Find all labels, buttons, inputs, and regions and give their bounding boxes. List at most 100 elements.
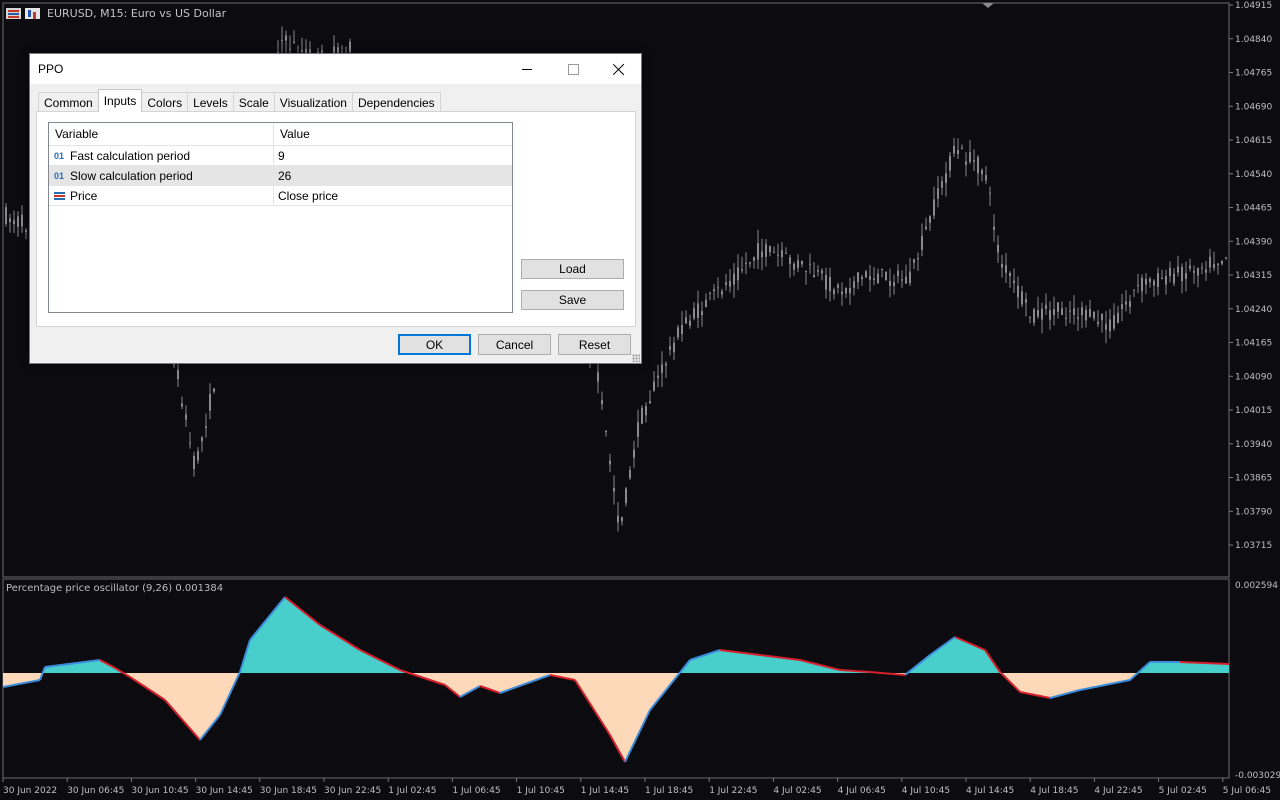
price-label: 1.04615 xyxy=(1235,136,1272,146)
candle-body xyxy=(913,259,915,263)
resize-grip-icon[interactable] xyxy=(632,354,640,362)
reset-button[interactable]: Reset xyxy=(558,334,631,355)
candle-body xyxy=(1149,278,1151,283)
candle-body xyxy=(1109,319,1111,332)
candle-body xyxy=(897,270,899,276)
candle-body xyxy=(637,422,639,437)
column-header-variable[interactable]: Variable xyxy=(49,123,274,145)
tab-visualization[interactable]: Visualization xyxy=(273,92,353,112)
candle-body xyxy=(645,406,647,416)
maximize-icon xyxy=(567,63,579,75)
candle-body xyxy=(709,292,711,294)
candle-body xyxy=(653,381,655,391)
candle-body xyxy=(1121,304,1123,310)
candle-body xyxy=(809,263,811,265)
candle-body xyxy=(837,284,839,288)
candle-body xyxy=(841,291,843,295)
tab-levels[interactable]: Levels xyxy=(187,92,234,112)
value-cell[interactable]: Close price xyxy=(274,189,338,203)
candle-body xyxy=(1093,311,1095,319)
candle-body xyxy=(1025,299,1027,303)
candle-body xyxy=(1173,273,1175,284)
time-label: 4 Jul 02:45 xyxy=(773,786,821,796)
candle-body xyxy=(681,325,683,335)
time-label: 1 Jul 02:45 xyxy=(388,786,436,796)
price-label: 1.04465 xyxy=(1235,204,1272,214)
candle-body xyxy=(773,251,775,253)
candle-body xyxy=(829,277,831,292)
ok-button[interactable]: OK xyxy=(398,334,471,355)
candle-body xyxy=(281,39,283,41)
save-button[interactable]: Save xyxy=(521,290,624,310)
column-header-value[interactable]: Value xyxy=(274,123,512,145)
candle-body xyxy=(213,388,215,392)
candle-body xyxy=(1117,312,1119,323)
candle-body xyxy=(1125,301,1127,305)
candle-body xyxy=(1157,273,1159,287)
candle-body xyxy=(1189,265,1191,269)
tab-dependencies[interactable]: Dependencies xyxy=(351,92,441,112)
candle-body xyxy=(1061,308,1063,315)
chart-type-icon[interactable] xyxy=(6,7,21,19)
candle-body xyxy=(701,311,703,316)
value-cell[interactable]: 9 xyxy=(274,149,285,163)
candle-body xyxy=(845,287,847,294)
grid-row-slow-period[interactable]: 01 Slow calculation period 26 xyxy=(49,166,512,186)
price-label: 1.04015 xyxy=(1235,406,1272,416)
maximize-button[interactable] xyxy=(550,54,596,84)
value-cell[interactable]: 26 xyxy=(274,169,291,183)
candle-body xyxy=(685,317,687,324)
grid-cell-variable: 01 Fast calculation period xyxy=(49,146,274,165)
tab-scale[interactable]: Scale xyxy=(232,92,275,112)
candle-body xyxy=(205,426,207,428)
candle-body xyxy=(9,218,11,222)
price-type-icon xyxy=(54,191,65,200)
candle-body xyxy=(1029,316,1031,318)
candle-body xyxy=(885,271,887,281)
candle-body xyxy=(813,275,815,277)
variable-label: Price xyxy=(70,188,98,203)
cancel-button[interactable]: Cancel xyxy=(478,334,551,355)
tab-inputs[interactable]: Inputs xyxy=(97,89,143,112)
close-button[interactable] xyxy=(596,54,642,84)
close-icon xyxy=(613,63,625,75)
candle-body xyxy=(973,160,975,162)
symbol-icon[interactable] xyxy=(25,7,40,19)
time-label: 1 Jul 14:45 xyxy=(581,786,629,796)
candle-body xyxy=(1005,265,1007,273)
time-label: 4 Jul 06:45 xyxy=(838,786,886,796)
candle-body xyxy=(1013,280,1015,284)
candle-body xyxy=(997,244,999,253)
candle-body xyxy=(693,308,695,319)
price-label: 1.04690 xyxy=(1235,102,1272,112)
candle-body xyxy=(901,279,903,281)
load-button[interactable]: Load xyxy=(521,259,624,279)
candle-body xyxy=(1113,315,1115,329)
candle-body xyxy=(1137,285,1139,287)
candle-body xyxy=(1077,317,1079,319)
grid-row-fast-period[interactable]: 01 Fast calculation period 9 xyxy=(49,146,512,166)
ppo-negative-area xyxy=(3,673,1229,762)
candle-body xyxy=(181,403,183,407)
tab-colors[interactable]: Colors xyxy=(141,92,189,112)
dialog-titlebar[interactable]: PPO xyxy=(30,54,641,84)
minimize-button[interactable] xyxy=(504,54,550,84)
indicator-label: Percentage price oscillator (9,26) 0.001… xyxy=(6,583,224,594)
candle-body xyxy=(713,289,715,291)
variable-label: Fast calculation period xyxy=(70,148,191,163)
variable-label: Slow calculation period xyxy=(70,168,193,183)
candle-body xyxy=(781,250,783,258)
chart-header: EURUSD, M15: Euro vs US Dollar xyxy=(6,6,226,20)
grid-row-price[interactable]: Price Close price xyxy=(49,186,512,206)
candle-body xyxy=(193,455,195,470)
candle-body xyxy=(929,216,931,223)
candle-body xyxy=(869,276,871,280)
candle-body xyxy=(981,170,983,175)
tab-common[interactable]: Common xyxy=(38,92,99,112)
minimize-icon xyxy=(522,68,532,70)
candle-body xyxy=(821,270,823,274)
candle-body xyxy=(189,442,191,444)
candle-body xyxy=(753,257,755,261)
candle-body xyxy=(1101,313,1103,321)
candle-body xyxy=(1145,278,1147,285)
